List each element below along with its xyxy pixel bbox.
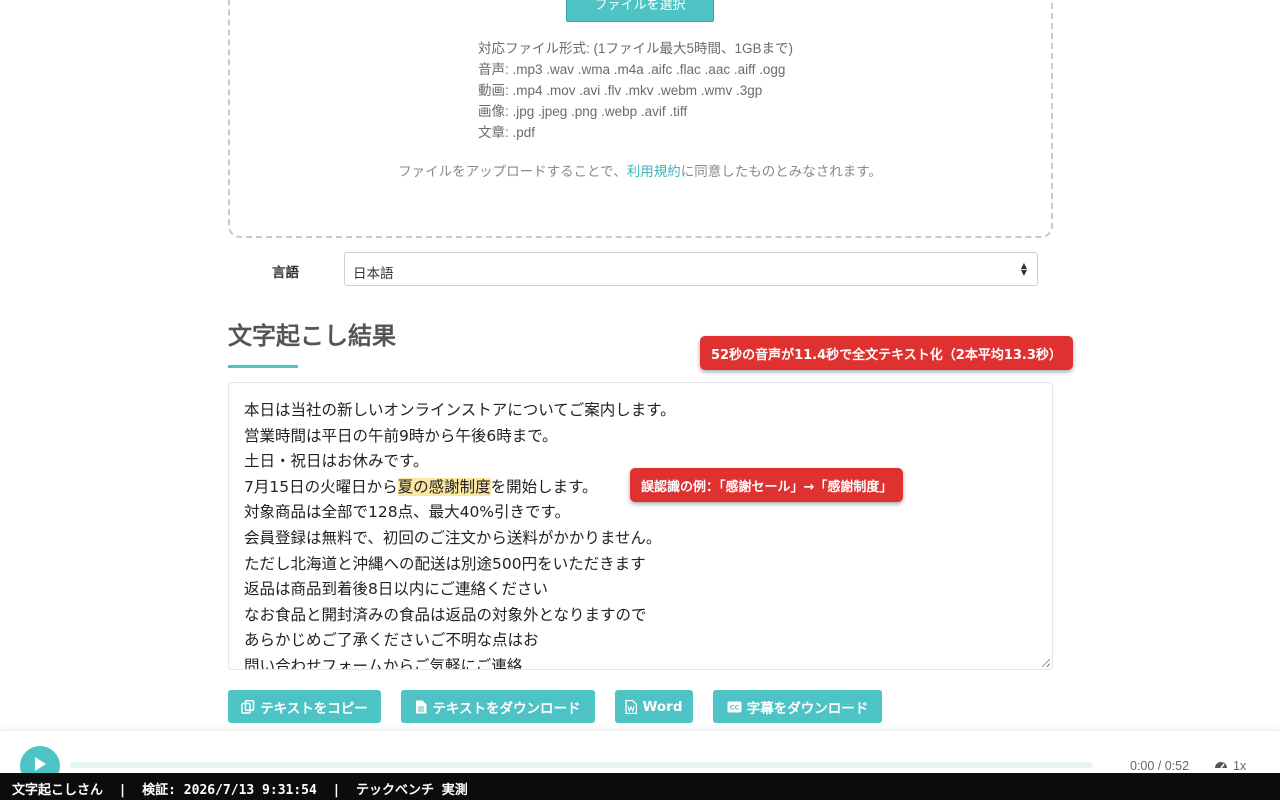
closed-caption-icon: CC bbox=[727, 701, 742, 713]
language-select[interactable]: 日本語 ▲ ▼ bbox=[344, 252, 1038, 286]
result-title: 文字起こし結果 bbox=[228, 322, 396, 350]
download-subtitles-button[interactable]: CC 字幕をダウンロード bbox=[713, 690, 882, 723]
playback-speed-label: 1x bbox=[1233, 758, 1247, 773]
playback-time: 0:00 / 0:52 bbox=[1130, 759, 1190, 773]
file-text-icon bbox=[415, 700, 427, 714]
transcript-line: 会員登録は無料で、初回のご注文から送料がかかりません。 bbox=[244, 528, 662, 547]
copy-text-label: テキストをコピー bbox=[260, 700, 368, 717]
copy-icon bbox=[241, 699, 255, 714]
playback-progress-bar[interactable] bbox=[70, 762, 1093, 768]
terms-notice: ファイルをアップロードすることで、利用規約に同意したものとみなされます。 bbox=[0, 160, 1280, 180]
transcript-line: あらかじめご了承くださいご不明な点はお bbox=[244, 631, 539, 650]
terms-link[interactable]: 利用規約 bbox=[627, 164, 681, 179]
select-file-button[interactable]: ファイルを選択 bbox=[566, 0, 714, 22]
formats-video: 動画: .mp4 .mov .avi .flv .mkv .webm .wmv … bbox=[478, 83, 763, 98]
transcript-lines: 本日は当社の新しいオンラインストアについてご案内します。 営業時間は平日の午前9… bbox=[244, 398, 676, 670]
speed-badge: 52秒の音声が11.4秒で全文テキスト化（2本平均13.3秒） bbox=[700, 336, 1073, 370]
transcript-line: 対象商品は全部で128点、最大40%引きです。 bbox=[244, 503, 570, 522]
terms-text-after: に同意したものとみなされます。 bbox=[680, 164, 882, 179]
copy-text-button[interactable]: テキストをコピー bbox=[228, 690, 381, 723]
word-file-icon bbox=[625, 699, 638, 714]
error-example-badge: 誤認識の例：「感謝セール」→「感謝制度」 bbox=[630, 468, 904, 502]
transcript-line: 7月15日の火曜日から夏の感謝制度を開始します。 bbox=[244, 475, 676, 501]
playback-speed-control[interactable]: 1x bbox=[1214, 758, 1246, 773]
download-subtitles-label: 字幕をダウンロード bbox=[746, 700, 869, 717]
transcript-line: 営業時間は平日の午前9時から午後6時まで。 bbox=[244, 426, 558, 445]
formats-image: 画像: .jpg .jpeg .png .webp .avif .tiff bbox=[478, 104, 688, 119]
supported-formats: 対応ファイル形式: (1ファイル最大5時間、1GBまで) 音声: .mp3 .w… bbox=[478, 38, 793, 143]
transcript-line: ただし北海道と沖縄への配送は別途500円をいただきます bbox=[244, 554, 646, 573]
terms-text-before: ファイルをアップロードすることで、 bbox=[398, 164, 627, 179]
title-underline bbox=[228, 365, 298, 368]
transcript-textarea[interactable]: 本日は当社の新しいオンラインストアについてご案内します。 営業時間は平日の午前9… bbox=[228, 382, 1053, 670]
language-selected-value: 日本語 bbox=[353, 266, 394, 282]
transcript-segment: を開始します。 bbox=[490, 477, 598, 496]
transcript-line: 返品は商品到着後8日以内にご連絡ください bbox=[244, 580, 549, 599]
audio-player: 0:00 / 0:52 1x bbox=[0, 731, 1280, 786]
download-text-button[interactable]: テキストをダウンロード bbox=[401, 690, 595, 723]
formats-document: 文章: .pdf bbox=[478, 125, 536, 140]
transcript-line: 問い合わせフォームからご気軽にご連絡 bbox=[244, 656, 523, 670]
svg-text:CC: CC bbox=[729, 703, 739, 711]
misrecognition-highlight: 夏の感謝制度 bbox=[397, 477, 491, 496]
page: ファイルを選択 対応ファイル形式: (1ファイル最大5時間、1GBまで) 音声:… bbox=[0, 0, 1280, 800]
download-text-label: テキストをダウンロード bbox=[432, 700, 581, 717]
transcript-line: 土日・祝日はお休みです。 bbox=[244, 452, 429, 471]
footer-caption: 文字起こしさん | 検証: 2026/7/13 9:31:54 | テックベンチ… bbox=[0, 773, 1280, 800]
word-export-label: Word bbox=[642, 698, 683, 715]
select-arrows-icon: ▲ ▼ bbox=[1020, 261, 1027, 277]
transcript-segment: 7月15日の火曜日から bbox=[244, 477, 398, 496]
formats-limit: 対応ファイル形式: (1ファイル最大5時間、1GBまで) bbox=[478, 41, 794, 56]
gauge-icon bbox=[1214, 758, 1228, 773]
transcript-line: なお食品と開封済みの食品は返品の対象外となりますので bbox=[244, 605, 647, 624]
formats-audio: 音声: .mp3 .wav .wma .m4a .aifc .flac .aac… bbox=[478, 62, 786, 77]
word-export-button[interactable]: Word bbox=[615, 690, 693, 723]
transcript-line: 本日は当社の新しいオンラインストアについてご案内します。 bbox=[244, 401, 676, 419]
language-label: 言語 bbox=[272, 265, 299, 281]
resize-grip-icon[interactable] bbox=[1042, 659, 1050, 667]
